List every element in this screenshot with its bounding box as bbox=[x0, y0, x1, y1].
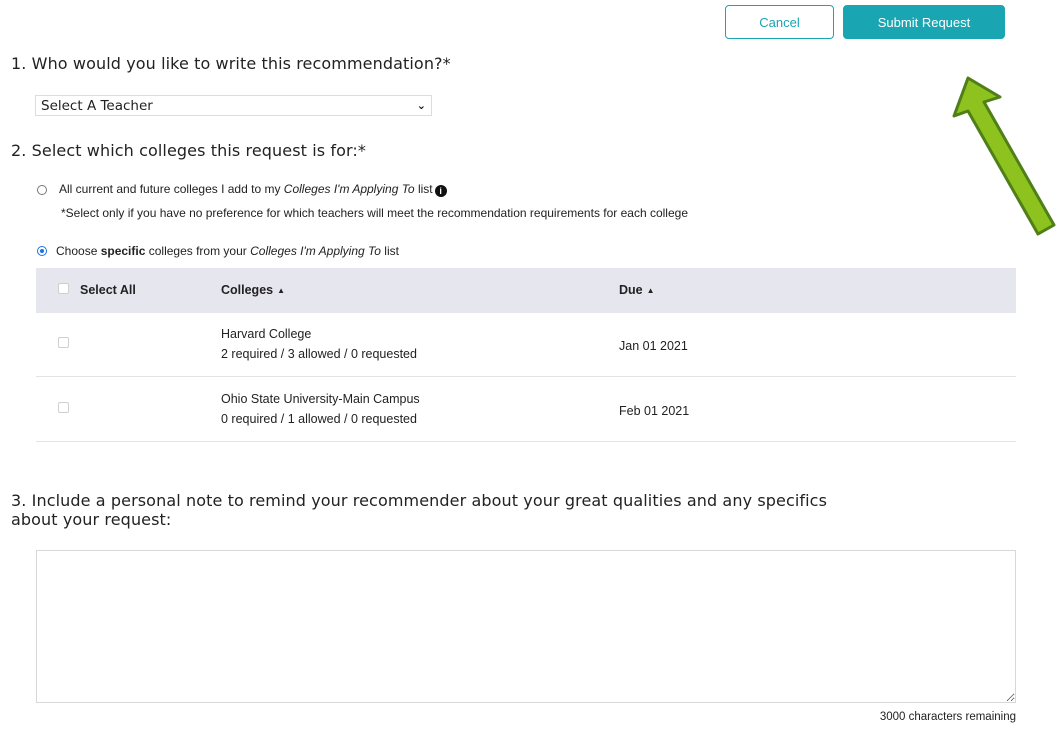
college-due-date: Jan 01 2021 bbox=[619, 339, 688, 353]
college-due-date: Feb 01 2021 bbox=[619, 404, 690, 418]
question-1-label: 1. Who would you like to write this reco… bbox=[11, 54, 451, 73]
arrow-pointer-icon bbox=[952, 76, 1056, 236]
option-all-suffix: list bbox=[414, 182, 433, 196]
due-column-header[interactable]: Due ▲ bbox=[619, 283, 655, 297]
teacher-select-value: Select A Teacher bbox=[41, 97, 153, 114]
college-name: Ohio State University-Main Campus bbox=[221, 392, 420, 406]
question-3-label-line2: about your request: bbox=[11, 510, 172, 529]
college-counts: 0 required / 1 allowed / 0 requested bbox=[221, 412, 417, 426]
option-all-list-name: Colleges I'm Applying To bbox=[283, 182, 415, 196]
option-specific-list-name: Colleges I'm Applying To bbox=[250, 244, 381, 258]
option-all-note: *Select only if you have no preference f… bbox=[61, 206, 688, 220]
info-icon[interactable]: i bbox=[434, 185, 447, 197]
option-specific-label: Choose specific colleges from your Colle… bbox=[56, 244, 399, 258]
option-all-prefix: All current and future colleges I add to… bbox=[59, 182, 284, 196]
submit-request-button[interactable]: Submit Request bbox=[843, 5, 1005, 39]
row-checkbox[interactable] bbox=[58, 402, 69, 413]
table-row: Ohio State University-Main Campus 0 requ… bbox=[36, 378, 1016, 442]
college-name: Harvard College bbox=[221, 327, 312, 341]
college-counts: 2 required / 3 allowed / 0 requested bbox=[221, 347, 417, 361]
question-2-label: 2. Select which colleges this request is… bbox=[11, 141, 366, 160]
table-row: Harvard College 2 required / 3 allowed /… bbox=[36, 313, 1016, 377]
question-3-label-line1: 3. Include a personal note to remind you… bbox=[11, 491, 828, 510]
option-specific-mid: colleges from your bbox=[145, 244, 251, 258]
sort-asc-icon: ▲ bbox=[646, 286, 655, 295]
select-all-label: Select All bbox=[80, 283, 136, 297]
option-specific-suffix: list bbox=[380, 244, 399, 258]
radio-all-colleges[interactable] bbox=[37, 185, 47, 195]
radio-specific-colleges[interactable] bbox=[37, 246, 47, 256]
option-specific-bold: specific bbox=[100, 244, 146, 258]
colleges-table-header: Select All Colleges ▲ Due ▲ bbox=[36, 268, 1016, 313]
row-checkbox[interactable] bbox=[58, 337, 69, 348]
select-all-checkbox[interactable] bbox=[58, 283, 69, 294]
characters-remaining: 3000 characters remaining bbox=[879, 711, 1016, 723]
colleges-column-header[interactable]: Colleges ▲ bbox=[221, 283, 285, 297]
sort-asc-icon: ▲ bbox=[277, 286, 286, 295]
option-all-colleges-label: All current and future colleges I add to… bbox=[59, 182, 447, 197]
due-header-label: Due bbox=[619, 283, 643, 297]
cancel-button[interactable]: Cancel bbox=[725, 5, 834, 39]
option-specific-prefix: Choose bbox=[56, 244, 101, 258]
chevron-down-icon: ⌄ bbox=[416, 99, 426, 112]
teacher-select[interactable]: Select A Teacher ⌄ bbox=[35, 95, 432, 116]
colleges-header-label: Colleges bbox=[221, 283, 274, 297]
personal-note-textarea[interactable] bbox=[36, 550, 1016, 703]
